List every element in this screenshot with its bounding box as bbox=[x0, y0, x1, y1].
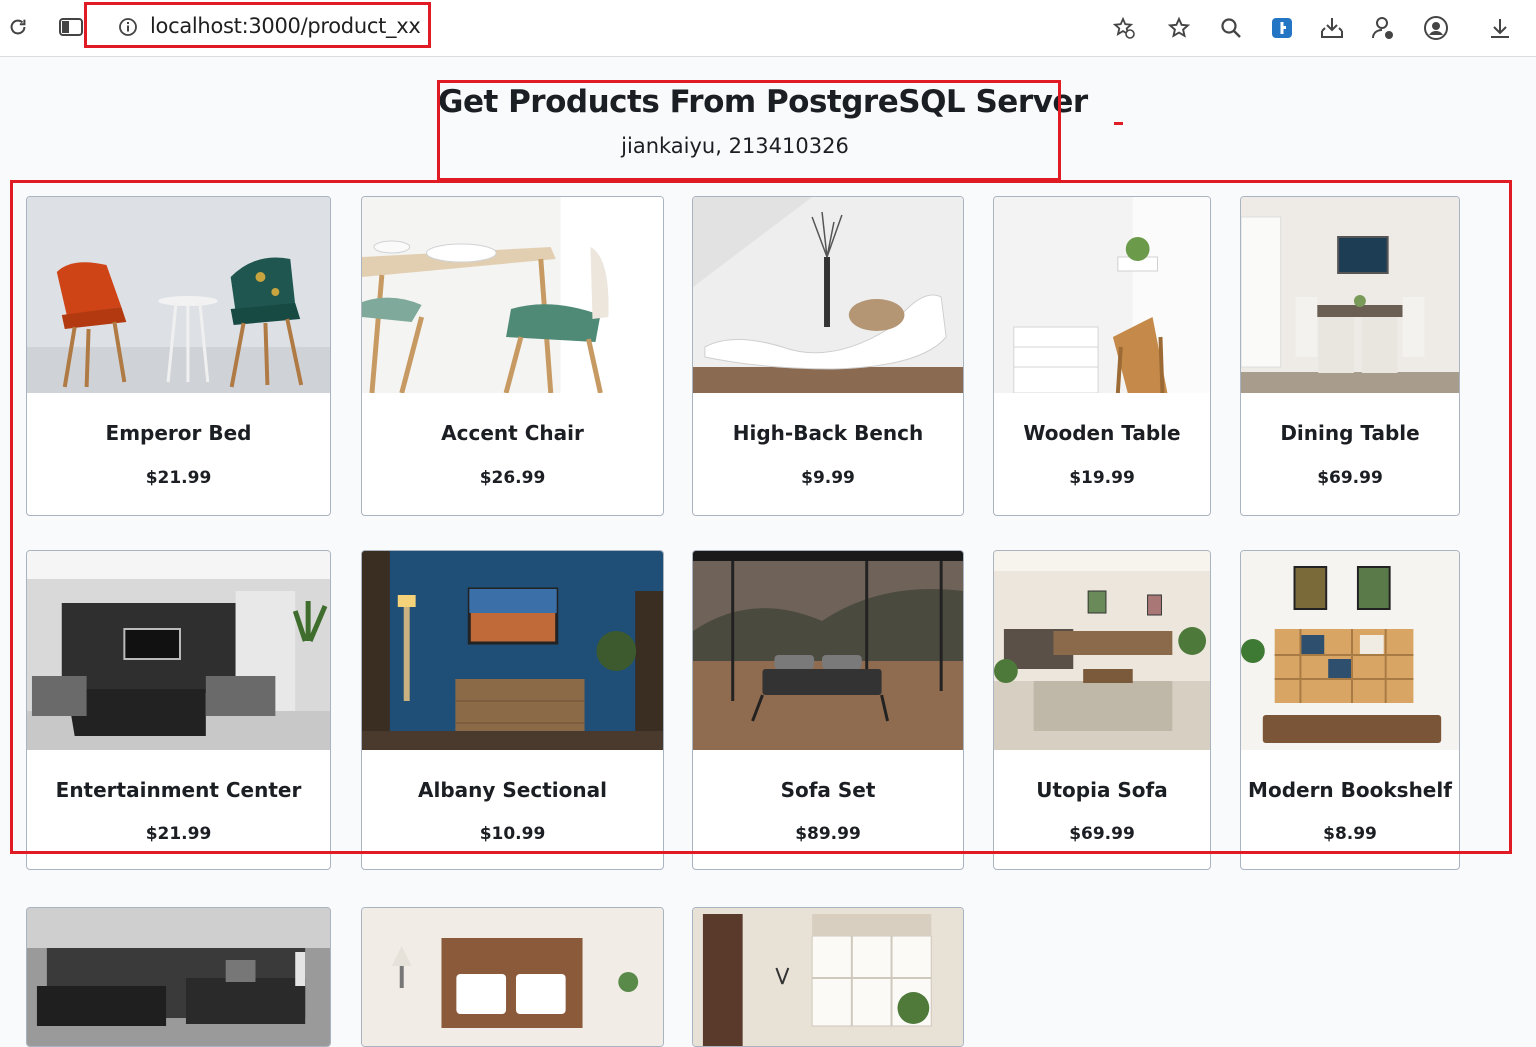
bookmark-star-icon[interactable] bbox=[1165, 14, 1193, 42]
profile-key-icon[interactable] bbox=[1368, 13, 1398, 43]
product-image bbox=[27, 908, 330, 1046]
product-image bbox=[362, 908, 663, 1046]
search-icon[interactable] bbox=[1217, 14, 1245, 42]
url-annotation-box bbox=[84, 2, 431, 48]
product-card[interactable] bbox=[361, 907, 664, 1047]
extension-icon[interactable] bbox=[1268, 14, 1296, 42]
product-image bbox=[693, 908, 963, 1046]
products-annotation-box bbox=[10, 180, 1512, 854]
extensions-star-icon[interactable] bbox=[1110, 14, 1138, 42]
reload-icon[interactable] bbox=[5, 14, 31, 40]
downloads-icon[interactable] bbox=[1485, 13, 1515, 43]
red-mark bbox=[1114, 122, 1123, 125]
sidebar-icon[interactable] bbox=[57, 14, 85, 40]
header-annotation-box bbox=[437, 80, 1061, 181]
account-icon[interactable] bbox=[1421, 13, 1451, 43]
download-to-drive-icon[interactable] bbox=[1317, 13, 1347, 43]
product-card[interactable] bbox=[26, 907, 331, 1047]
product-card[interactable] bbox=[692, 907, 964, 1047]
